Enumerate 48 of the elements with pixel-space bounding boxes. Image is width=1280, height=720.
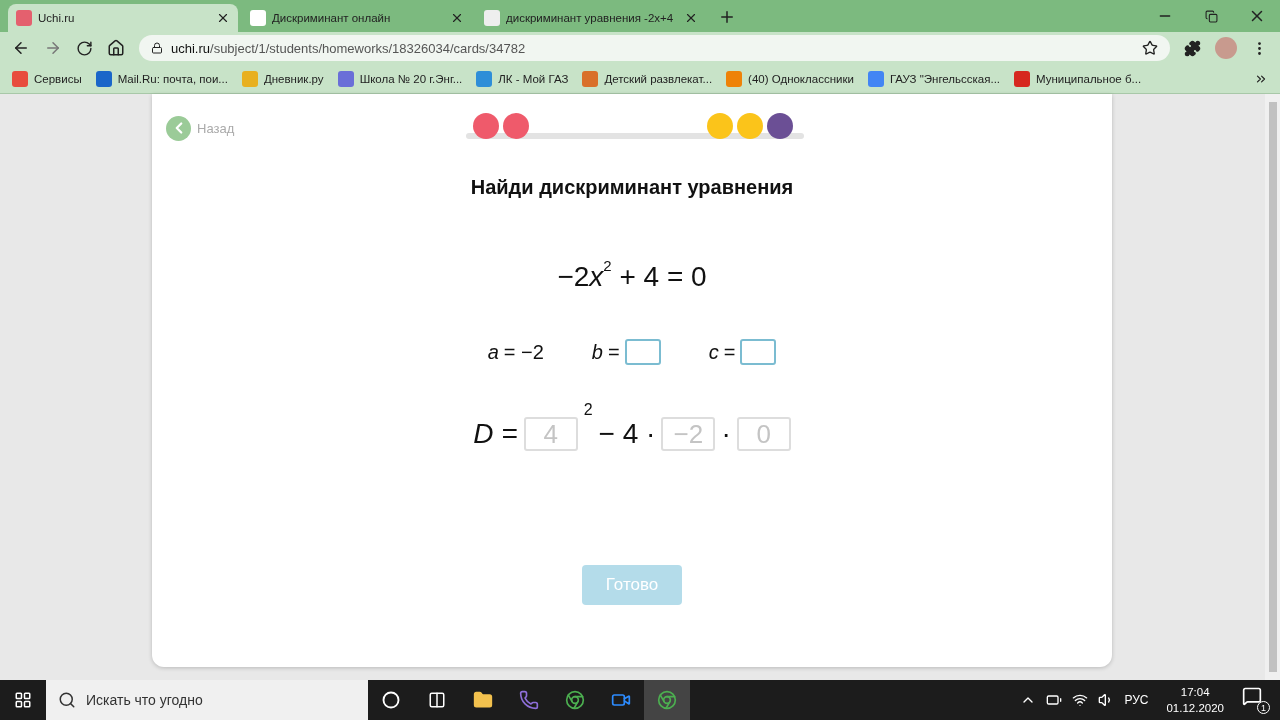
favicon-icon bbox=[16, 10, 32, 26]
home-icon[interactable] bbox=[107, 39, 125, 57]
reload-icon[interactable] bbox=[76, 39, 93, 57]
forward-arrow-icon[interactable] bbox=[44, 39, 62, 57]
coefficient-value: = −2 bbox=[503, 340, 544, 364]
address-bar[interactable]: uchi.ru/subject/1/students/homeworks/18326034/cards/34782 bbox=[139, 35, 1170, 61]
exponent: 2 bbox=[583, 401, 593, 419]
close-icon[interactable] bbox=[684, 11, 698, 25]
bookmark[interactable]: ГАУЗ "Энгельсская... bbox=[867, 70, 1001, 87]
close-icon[interactable] bbox=[450, 11, 464, 25]
answer-box[interactable]: 4 bbox=[523, 417, 578, 451]
equals-sign: = bbox=[723, 340, 736, 364]
task-title: Найди дискриминант уравнения bbox=[470, 176, 794, 199]
variable-label: a bbox=[487, 340, 499, 364]
bookmark[interactable]: Сервисы bbox=[12, 70, 82, 87]
browser-tab[interactable]: Дискриминант онлайн bbox=[242, 4, 472, 32]
wifi-icon[interactable] bbox=[1072, 692, 1089, 708]
answer-box[interactable]: −2 bbox=[661, 417, 716, 451]
answer-box[interactable]: 0 bbox=[736, 417, 791, 451]
equals-sign: = bbox=[607, 340, 620, 364]
variable-label: c bbox=[708, 340, 719, 364]
star-icon[interactable] bbox=[1142, 40, 1158, 56]
lock-icon bbox=[151, 42, 163, 54]
browser-tab[interactable]: Uchi.ru bbox=[8, 4, 238, 32]
new-tab-icon[interactable] bbox=[718, 8, 736, 26]
bookmark[interactable]: Школа № 20 г.Энг... bbox=[337, 70, 463, 87]
close-icon[interactable] bbox=[216, 11, 230, 25]
formula-operator: · bbox=[721, 418, 731, 450]
search-icon bbox=[58, 691, 76, 709]
bookmark[interactable]: ЛК - Мой ГАЗ bbox=[476, 70, 569, 87]
chrome-icon[interactable] bbox=[644, 680, 690, 720]
taskbar-search-field[interactable]: Искать что угодно bbox=[46, 680, 368, 720]
formula-operator: − 4 · bbox=[598, 418, 656, 450]
favicon-icon bbox=[484, 10, 500, 26]
clock[interactable]: 17:04 01.12.2020 bbox=[1158, 684, 1232, 716]
bookmark[interactable]: (40) Одноклассники bbox=[726, 70, 854, 87]
battery-icon[interactable] bbox=[1046, 692, 1063, 708]
formula-label: D = bbox=[473, 418, 518, 450]
language-indicator[interactable]: РУС bbox=[1124, 693, 1149, 707]
bookmark[interactable]: Муниципальное б... bbox=[1014, 70, 1142, 87]
favicon-icon bbox=[250, 10, 266, 26]
bookmark[interactable]: Детский развлекат... bbox=[582, 70, 713, 87]
bookmark[interactable]: Mail.Ru: почта, пои... bbox=[95, 70, 228, 87]
variable-label: b bbox=[591, 340, 603, 364]
browser-tab[interactable]: дискриминант уравнения -2x+4 bbox=[476, 4, 706, 32]
puzzle-icon[interactable] bbox=[1184, 39, 1201, 57]
scrollbar[interactable] bbox=[1265, 94, 1280, 680]
bookmark[interactable]: Дневник.ру bbox=[241, 70, 324, 87]
